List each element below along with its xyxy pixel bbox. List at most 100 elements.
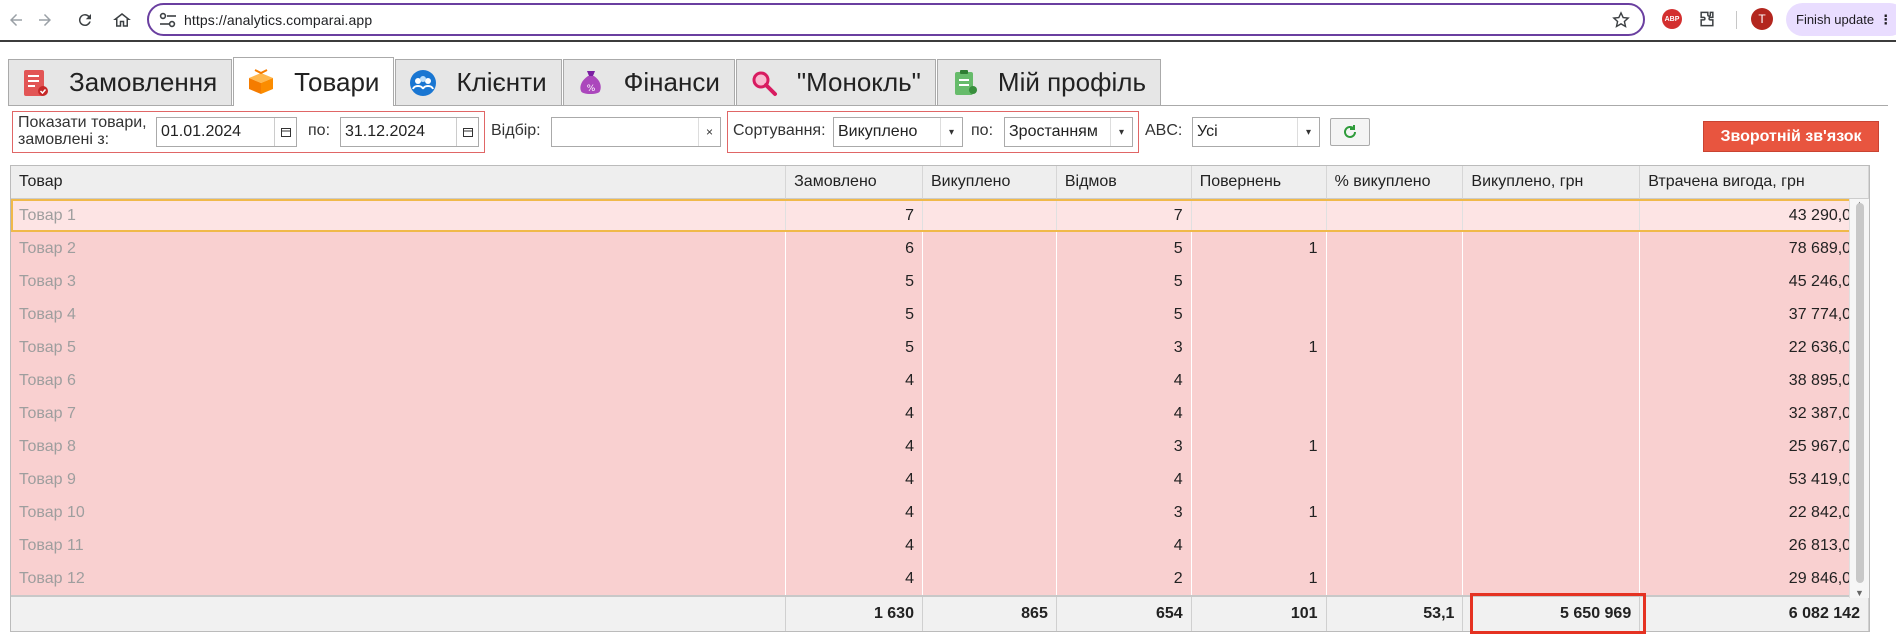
- column-header[interactable]: Викуплено: [922, 166, 1057, 199]
- table-cell: [1463, 364, 1641, 397]
- forward-icon[interactable]: [33, 8, 57, 32]
- table-cell: 4: [1056, 529, 1192, 562]
- table-cell: [1463, 496, 1641, 529]
- column-header[interactable]: Товар: [11, 166, 787, 199]
- table-cell: [1191, 364, 1327, 397]
- column-header[interactable]: % викуплено: [1326, 166, 1464, 199]
- reload-icon[interactable]: [73, 8, 97, 32]
- chevron-down-icon[interactable]: ▾: [940, 118, 962, 146]
- table-cell: 1: [1191, 496, 1327, 529]
- table-row[interactable]: Товар 11 4 4 26 813,00: [11, 529, 1869, 562]
- table-cell: 1: [1191, 232, 1327, 265]
- calendar-icon[interactable]: [456, 118, 478, 146]
- column-header[interactable]: Замовлено: [786, 166, 923, 199]
- table-cell: 1: [1191, 562, 1327, 595]
- tab-orders[interactable]: Замовлення: [8, 59, 233, 105]
- browser-toolbar: https://analytics.comparai.app ABP T Fin…: [0, 0, 1896, 42]
- table-row[interactable]: Товар 4 5 5 37 774,00: [11, 298, 1869, 331]
- table-cell: 5: [1056, 265, 1192, 298]
- sort-order-select[interactable]: Зростанням ▾: [1004, 117, 1133, 147]
- sort-field-select[interactable]: Викуплено ▾: [833, 117, 963, 147]
- profile-avatar[interactable]: T: [1751, 8, 1773, 30]
- table-row[interactable]: Товар 6 4 4 38 895,00: [11, 364, 1869, 397]
- column-header[interactable]: Викуплено, грн: [1463, 166, 1641, 199]
- table-cell: 4: [1056, 463, 1192, 496]
- extensions-icon[interactable]: [1697, 9, 1717, 29]
- table-cell: [922, 331, 1057, 364]
- table-cell: 4: [786, 397, 923, 430]
- menu-kebab-icon[interactable]: ⋮: [1879, 12, 1892, 28]
- scroll-down-icon[interactable]: ▼: [1855, 588, 1864, 598]
- table-cell: [922, 496, 1057, 529]
- table-cell: 6: [786, 232, 923, 265]
- app-container: Замовлення Товари Клієнти % Фінанси "Мон…: [8, 57, 1888, 156]
- feedback-button[interactable]: Зворотній зв'язок: [1703, 121, 1879, 152]
- table-row[interactable]: Товар 8 4 3 1 25 967,00: [11, 430, 1869, 463]
- tab-my-profile[interactable]: Мій профіль: [936, 59, 1161, 105]
- table-row[interactable]: Товар 9 4 4 53 419,00: [11, 463, 1869, 496]
- table-cell: 4: [786, 364, 923, 397]
- column-header[interactable]: Відмов: [1056, 166, 1192, 199]
- chevron-down-icon[interactable]: ▾: [1297, 118, 1319, 146]
- date-to-input[interactable]: 31.12.2024: [340, 117, 479, 147]
- column-header[interactable]: Повернень: [1191, 166, 1327, 199]
- table-cell: [1463, 331, 1641, 364]
- date-to-label: по:: [308, 122, 331, 139]
- finish-update-button[interactable]: Finish update ⋮: [1786, 3, 1896, 36]
- chevron-down-icon[interactable]: ▾: [1110, 118, 1132, 146]
- table-cell: [1463, 430, 1641, 463]
- column-header[interactable]: Втрачена вигода, грн: [1640, 166, 1869, 199]
- product-name-cell: Товар 9: [11, 463, 787, 496]
- table-row[interactable]: Товар 2 6 5 1 78 689,00: [11, 232, 1869, 265]
- finance-icon: %: [576, 68, 606, 98]
- table-cell: 4: [786, 463, 923, 496]
- table-row[interactable]: Товар 10 4 3 1 22 842,00: [11, 496, 1869, 529]
- table-row[interactable]: Товар 7 4 4 32 387,00: [11, 397, 1869, 430]
- table-cell: [1326, 529, 1464, 562]
- address-bar[interactable]: https://analytics.comparai.app: [147, 3, 1645, 36]
- abc-select[interactable]: Усі ▾: [1192, 117, 1320, 147]
- adblock-icon[interactable]: ABP: [1662, 9, 1682, 29]
- table-totals-row: 1 630 865 654 101 53,1 5 650 969 6 082 1…: [11, 595, 1869, 631]
- site-info-icon[interactable]: [159, 12, 177, 28]
- clients-icon: [408, 68, 438, 98]
- tab-products[interactable]: Товари: [233, 57, 395, 106]
- profile-icon: [950, 68, 980, 98]
- date-from-input[interactable]: 01.01.2024: [156, 117, 297, 147]
- product-name-cell: Товар 8: [11, 430, 787, 463]
- table-cell: 29 846,00: [1640, 562, 1869, 595]
- table-row[interactable]: Товар 12 4 2 1 29 846,00: [11, 562, 1869, 595]
- table-cell: 3: [1056, 331, 1192, 364]
- table-row[interactable]: Товар 1 7 7 43 290,00: [11, 199, 1869, 232]
- refresh-button[interactable]: [1330, 118, 1370, 146]
- table-row[interactable]: Товар 5 5 3 1 22 636,00: [11, 331, 1869, 364]
- clear-icon[interactable]: ×: [698, 118, 720, 146]
- table-cell: [1191, 463, 1327, 496]
- table-cell: 22 636,00: [1640, 331, 1869, 364]
- url-text: https://analytics.comparai.app: [184, 12, 373, 28]
- filter-input[interactable]: ×: [551, 117, 721, 147]
- table-cell: [922, 265, 1057, 298]
- product-name-cell: Товар 10: [11, 496, 787, 529]
- filters-toolbar: Показати товари, замовлені з: 01.01.2024…: [8, 106, 1888, 156]
- table-cell: 43 290,00: [1640, 199, 1869, 232]
- scrollbar-thumb[interactable]: [1856, 203, 1864, 583]
- product-name-cell: Товар 11: [11, 529, 787, 562]
- products-table: Товар Замовлено Викуплено Відмов Поверне…: [10, 165, 1870, 632]
- tab-clients[interactable]: Клієнти: [395, 59, 562, 105]
- table-cell: 4: [1056, 397, 1192, 430]
- bookmark-star-icon[interactable]: [1611, 10, 1631, 30]
- tab-monocle[interactable]: "Монокль": [735, 59, 936, 105]
- table-cell: 4: [786, 562, 923, 595]
- product-name-cell: Товар 7: [11, 397, 787, 430]
- back-icon[interactable]: [4, 8, 28, 32]
- table-header: Товар Замовлено Викуплено Відмов Поверне…: [11, 166, 1869, 199]
- table-cell: [922, 232, 1057, 265]
- tab-finance[interactable]: % Фінанси: [562, 59, 735, 105]
- calendar-icon[interactable]: [274, 118, 296, 146]
- table-row[interactable]: Товар 3 5 5 45 246,00: [11, 265, 1869, 298]
- home-icon[interactable]: [110, 8, 134, 32]
- table-cell: 3: [1056, 496, 1192, 529]
- table-cell: 2: [1056, 562, 1192, 595]
- table-scrollbar[interactable]: ▲ ▼: [1849, 199, 1869, 598]
